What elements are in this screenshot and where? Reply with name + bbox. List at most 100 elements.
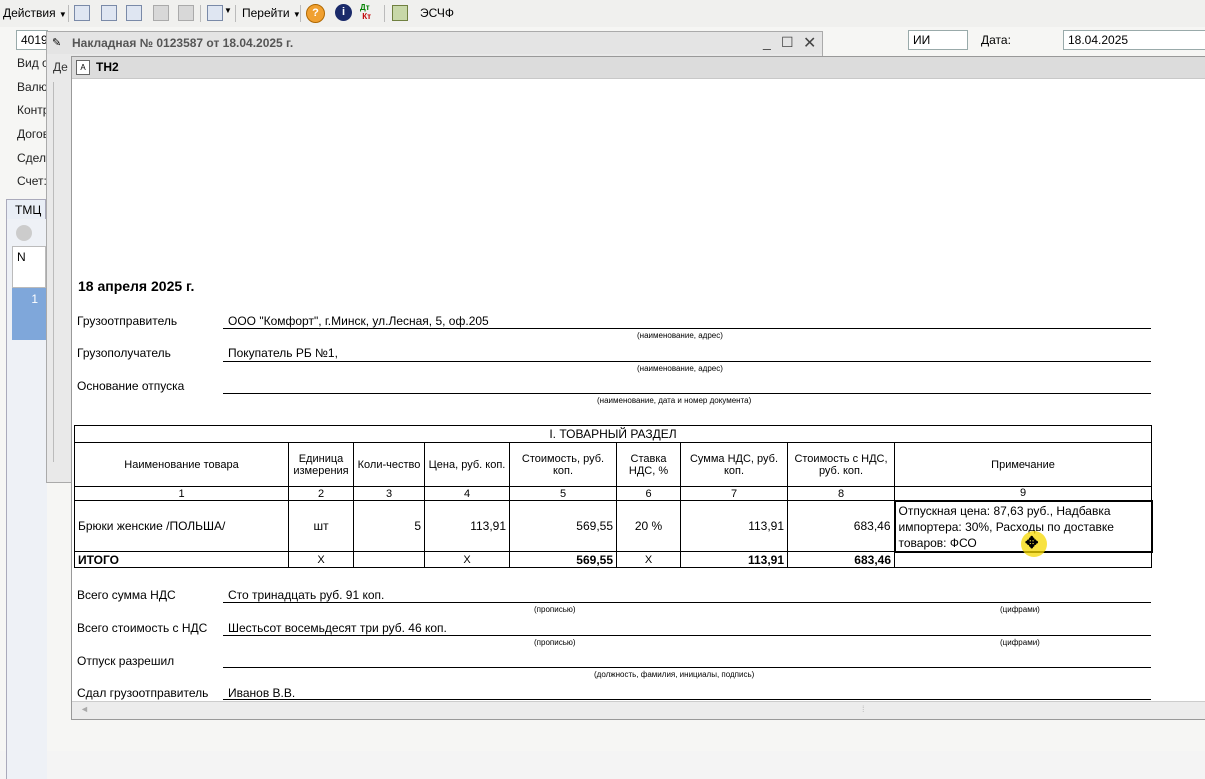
- date-field[interactable]: 18.04.2025: [1063, 30, 1205, 50]
- goto-menu[interactable]: Перейти ▼: [242, 4, 301, 22]
- bg-label-kind: Вид о: [17, 56, 49, 70]
- item-vat-sum: 113,91: [680, 500, 788, 552]
- col-n-label: N: [17, 250, 26, 264]
- table-header-n: N: [12, 246, 46, 288]
- help-icon[interactable]: ?: [306, 4, 325, 23]
- header-cost-vat: Стоимость с НДС, руб. коп.: [787, 442, 895, 487]
- toolbar-separator: [235, 5, 236, 22]
- report-window-title: ТН2: [96, 60, 119, 74]
- goods-table: I. ТОВАРНЫЙ РАЗДЕЛ Наименование товара Е…: [73, 425, 1153, 568]
- print-preview-icon[interactable]: [101, 5, 117, 21]
- total-qty: [353, 551, 425, 568]
- document-date-heading: 18 апреля 2025 г.: [78, 278, 195, 294]
- col-number: 4: [424, 486, 510, 501]
- paste-icon[interactable]: [178, 5, 194, 21]
- total-price: Х: [424, 551, 510, 568]
- info-icon[interactable]: i: [335, 4, 352, 21]
- horizontal-scrollbar[interactable]: ◄ ⁞: [72, 701, 1205, 719]
- item-qty: 5: [353, 500, 425, 552]
- chevron-down-icon: ▼: [58, 10, 67, 19]
- row-number: 1: [31, 292, 38, 306]
- release-label: Отпуск разрешил: [77, 654, 175, 668]
- col-number: 7: [680, 486, 788, 501]
- total-vat-underline: [223, 635, 1151, 636]
- report-window-titlebar: A ТН2: [72, 57, 1205, 79]
- toolbar-separator: [300, 5, 301, 22]
- item-cost-vat: 683,46: [787, 500, 895, 552]
- consignee-value: Покупатель РБ №1,: [228, 346, 338, 360]
- close-icon[interactable]: ✕: [803, 33, 816, 53]
- shipper-value: ООО "Комфорт", г.Минск, ул.Лесная, 5, оф…: [228, 314, 489, 328]
- release-underline: [223, 667, 1151, 668]
- table-row-selected[interactable]: 1: [12, 288, 46, 340]
- toolbar-separator: [384, 5, 385, 22]
- bg-label-deal: Сдел: [17, 151, 46, 165]
- document-chart-icon[interactable]: [392, 5, 408, 21]
- handed-label: Сдал грузоотправитель: [77, 686, 209, 700]
- header-unit: Единица измерения: [288, 442, 354, 487]
- item-price: 113,91: [424, 500, 510, 552]
- header-vat-rate: Ставка НДС, %: [616, 442, 681, 487]
- shipper-hint: (наименование, адрес): [637, 331, 723, 340]
- bg-label-contractor: Контр: [17, 103, 50, 117]
- total-vat-sum: 113,91: [680, 551, 788, 568]
- item-vat-rate: 20 %: [616, 500, 681, 552]
- escf-button[interactable]: ЭСЧФ: [420, 4, 454, 22]
- consignee-underline: [223, 361, 1151, 362]
- total-digits-hint: (цифрами): [1000, 638, 1040, 647]
- item-note: Отпускная цена: 87,63 руб., Надбавка имп…: [898, 503, 1114, 550]
- toolbar-separator: [68, 5, 69, 22]
- col-number: 6: [616, 486, 681, 501]
- section-title: I. ТОВАРНЫЙ РАЗДЕЛ: [73, 425, 1153, 443]
- actions-fragment: Де: [53, 60, 68, 74]
- section-title-row: I. ТОВАРНЫЙ РАЗДЕЛ: [73, 425, 1153, 443]
- col-number: 5: [509, 486, 617, 501]
- header-vat-sum: Сумма НДС, руб. коп.: [680, 442, 788, 487]
- item-unit: шт: [288, 500, 354, 552]
- scroll-thumb[interactable]: ⁞: [862, 704, 865, 714]
- refresh-icon[interactable]: [126, 5, 142, 21]
- total-vat-value: Шестьсот восемьдесят три руб. 46 коп.: [228, 621, 447, 635]
- header-note: Примечание: [893, 442, 1153, 487]
- actions-menu[interactable]: Действия ▼: [3, 4, 67, 22]
- invoice-window-titlebar: ✎ Накладная № 0123587 от 18.04.2025 г. _…: [47, 32, 822, 54]
- maximize-icon[interactable]: ☐: [781, 34, 794, 51]
- handed-underline: [223, 699, 1151, 700]
- basis-label: Основание отпуска: [77, 379, 185, 393]
- shipper-label: Грузоотправитель: [77, 314, 178, 328]
- consignee-label: Грузополучатель: [77, 346, 171, 360]
- dt-kt-icon[interactable]: Дт Кт: [360, 3, 380, 23]
- save-icon[interactable]: [74, 5, 90, 21]
- total-cost-vat: 683,46: [787, 551, 895, 568]
- total-vat-label: Всего стоимость с НДС: [77, 621, 208, 635]
- author-field[interactable]: ИИ: [908, 30, 968, 50]
- vat-total-value: Сто тринадцать руб. 91 коп.: [228, 588, 385, 602]
- total-vat-rate: Х: [616, 551, 681, 568]
- goto-menu-label: Перейти: [242, 6, 290, 20]
- structure-icon[interactable]: [207, 5, 223, 21]
- table-row[interactable]: Брюки женские /ПОЛЬША/ шт 5 113,91 569,5…: [74, 499, 1153, 553]
- total-row: ИТОГО Х Х 569,55 Х 113,91 683,46: [74, 551, 1153, 568]
- col-number: 2: [288, 486, 354, 501]
- consignee-hint: (наименование, адрес): [637, 364, 723, 373]
- add-row-icon[interactable]: [16, 225, 32, 241]
- basis-hint: (наименование, дата и номер документа): [597, 396, 752, 405]
- copy-icon[interactable]: [153, 5, 169, 21]
- column-number-row: 1 2 3 4 5 6 7 8 9: [74, 486, 1153, 501]
- header-price: Цена, руб. коп.: [424, 442, 510, 487]
- tab-tmc[interactable]: ТМЦ: [6, 199, 46, 219]
- bg-label-contract: Догов: [17, 127, 50, 141]
- minimize-icon[interactable]: _: [763, 34, 771, 50]
- vat-words-hint: (прописью): [534, 605, 576, 614]
- scroll-left-icon[interactable]: ◄: [80, 704, 89, 714]
- number-field[interactable]: 4019: [16, 30, 48, 50]
- col-number: 1: [74, 486, 289, 501]
- actions-menu-label: Действия: [3, 6, 56, 20]
- vat-total-underline: [223, 602, 1151, 603]
- bg-label-account: Счет:: [17, 174, 47, 188]
- item-cost: 569,55: [509, 500, 617, 552]
- move-cursor-icon: ✥: [1025, 535, 1039, 552]
- total-label: ИТОГО: [74, 551, 289, 568]
- toolbar-separator: [200, 5, 201, 22]
- bg-label-currency: Валю: [17, 80, 48, 94]
